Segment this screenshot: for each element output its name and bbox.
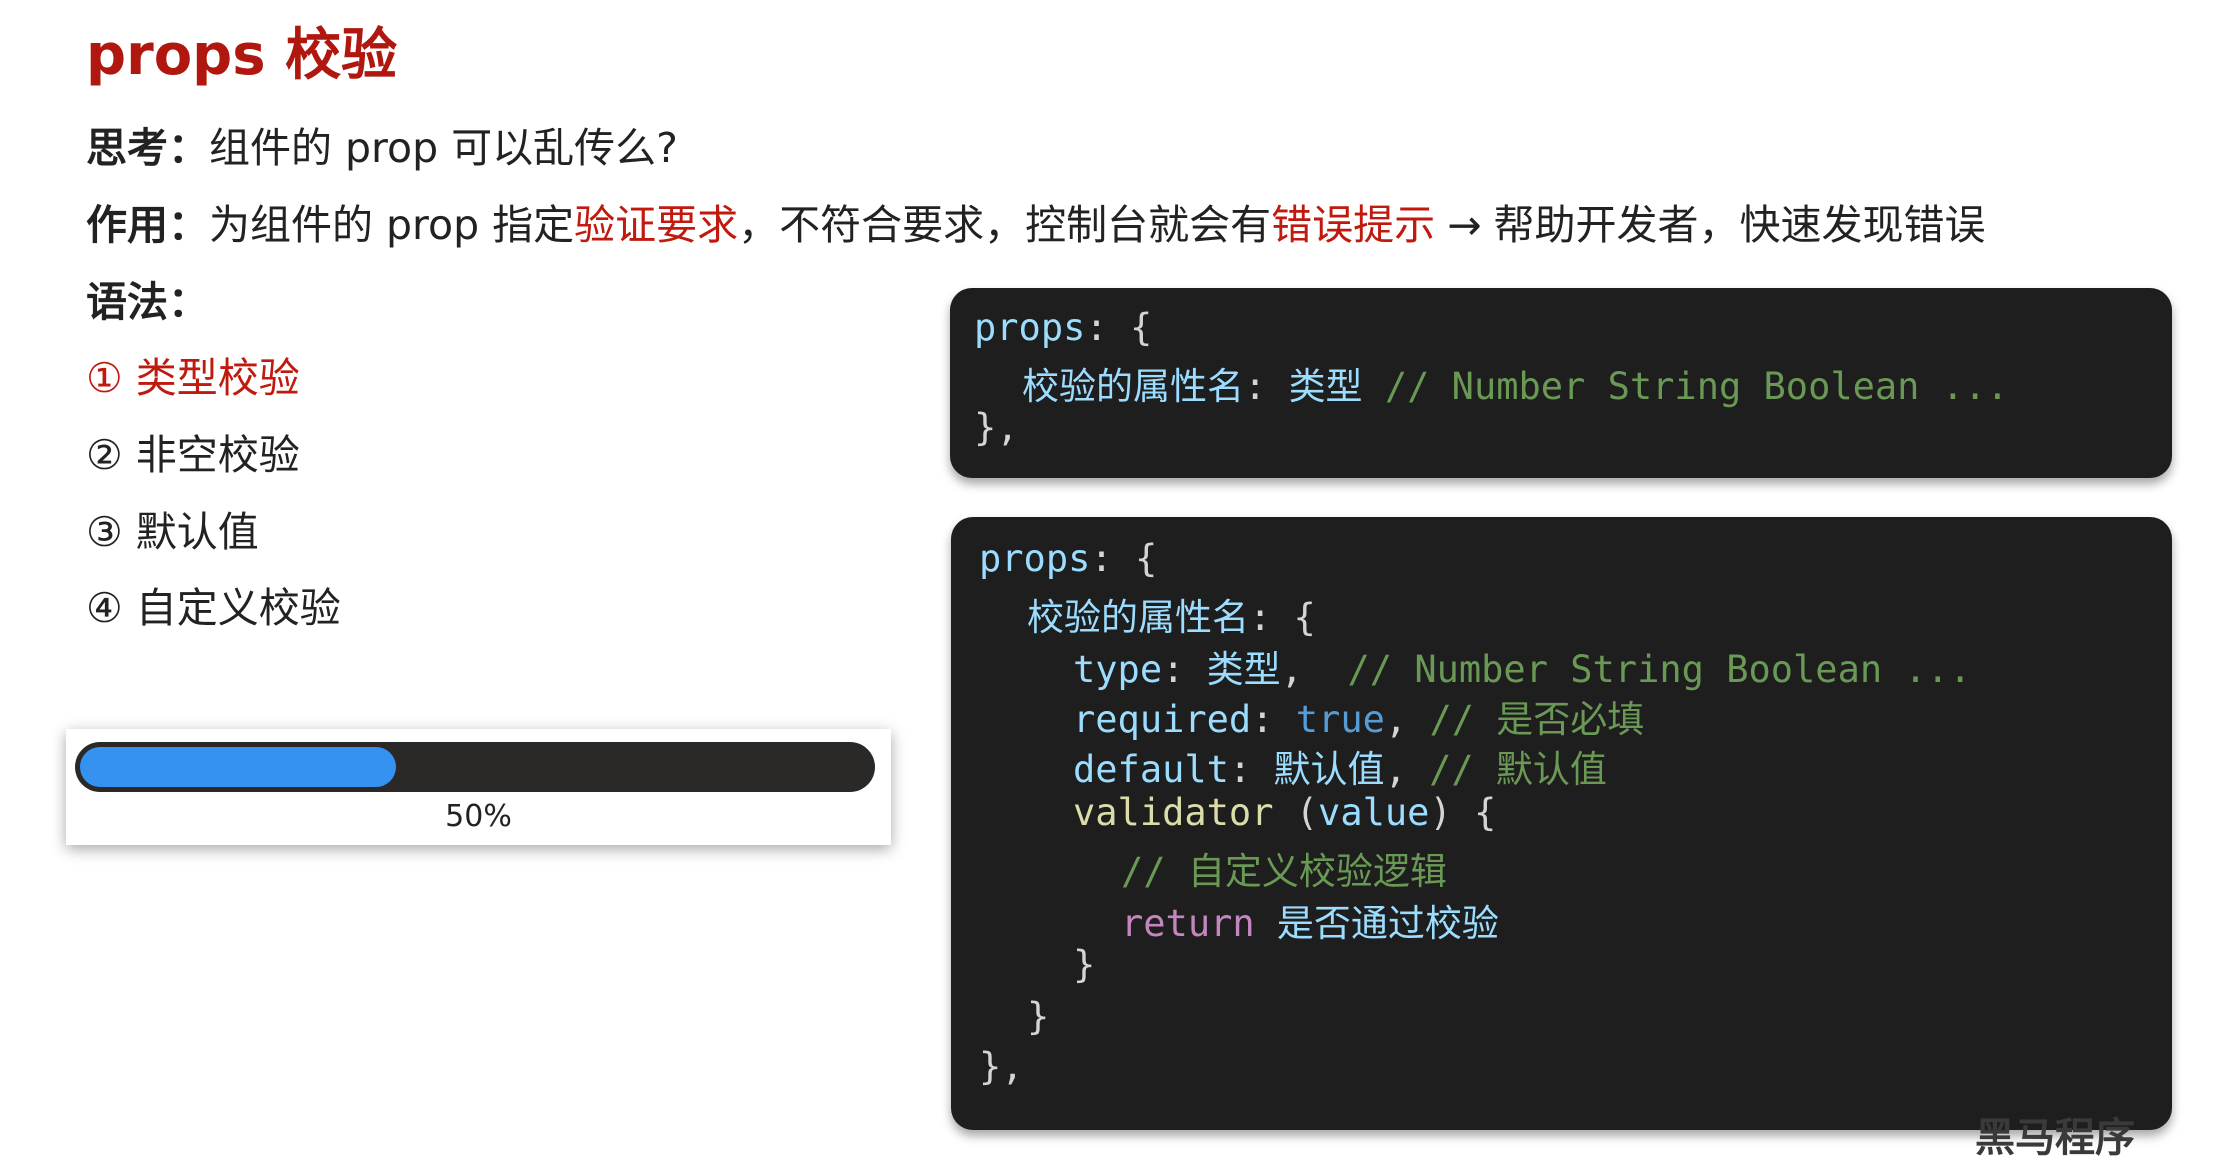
code-block-full-syntax: props: { 校验的属性名: { type: 类型, // Number S… [951,517,2172,1130]
progress-track [75,742,875,792]
purpose-part3: 帮助开发者，快速发现错误 [1493,201,1986,249]
list-item-required-check: ② 非空校验 [86,431,300,479]
purpose-highlight-validation: 验证要求 [574,201,739,249]
arrow-icon: → [1447,201,1482,249]
page-title: props 校验 [86,23,398,88]
code1-line1: props: { [974,306,1153,349]
syntax-label: 语法： [86,278,209,326]
progress-label: 50% [445,799,512,834]
code2-line3: type: 类型, // Number String Boolean ... [1073,648,1972,691]
purpose-part1: 为组件的 prop 指定 [209,201,575,249]
progress-card: 50% [66,729,891,845]
code2-line5: default: 默认值, // 默认值 [1073,748,1607,791]
think-label: 思考： [86,124,209,172]
code1-line3: }, [974,406,1019,449]
code2-line4: required: true, // 是否必填 [1073,698,1645,741]
code1-line2: 校验的属性名: 类型 // Number String Boolean ... [1022,365,2009,408]
watermark-logo: 黑马程序 [1975,1115,2135,1161]
think-text: 组件的 prop 可以乱传么? [209,124,678,172]
purpose-line: 作用：为组件的 prop 指定验证要求，不符合要求，控制台就会有错误提示 → 帮助开… [86,191,1986,251]
code2-line8: return 是否通过校验 [1121,902,1499,945]
purpose-highlight-error: 错误提示 [1271,201,1436,249]
code2-line6: validator (value) { [1073,791,1497,834]
list-item-default-value: ③ 默认值 [86,508,259,556]
progress-fill [80,747,396,787]
code2-line11: }, [979,1045,1024,1088]
think-line: 思考：组件的 prop 可以乱传么? [86,114,678,174]
code2-line7: // 自定义校验逻辑 [1121,850,1447,893]
code2-line10: } [1027,995,1050,1038]
code2-line9: } [1073,943,1096,986]
code2-line1: props: { [979,537,1158,580]
list-item-custom-validator: ④ 自定义校验 [86,584,341,632]
code-block-type-syntax: props: { 校验的属性名: 类型 // Number String Boo… [950,288,2172,478]
code2-line2: 校验的属性名: { [1027,596,1316,639]
purpose-label: 作用： [86,201,209,249]
list-item-type-check: ① 类型校验 [86,354,300,402]
purpose-part2: ，不符合要求，控制台就会有 [738,201,1272,249]
